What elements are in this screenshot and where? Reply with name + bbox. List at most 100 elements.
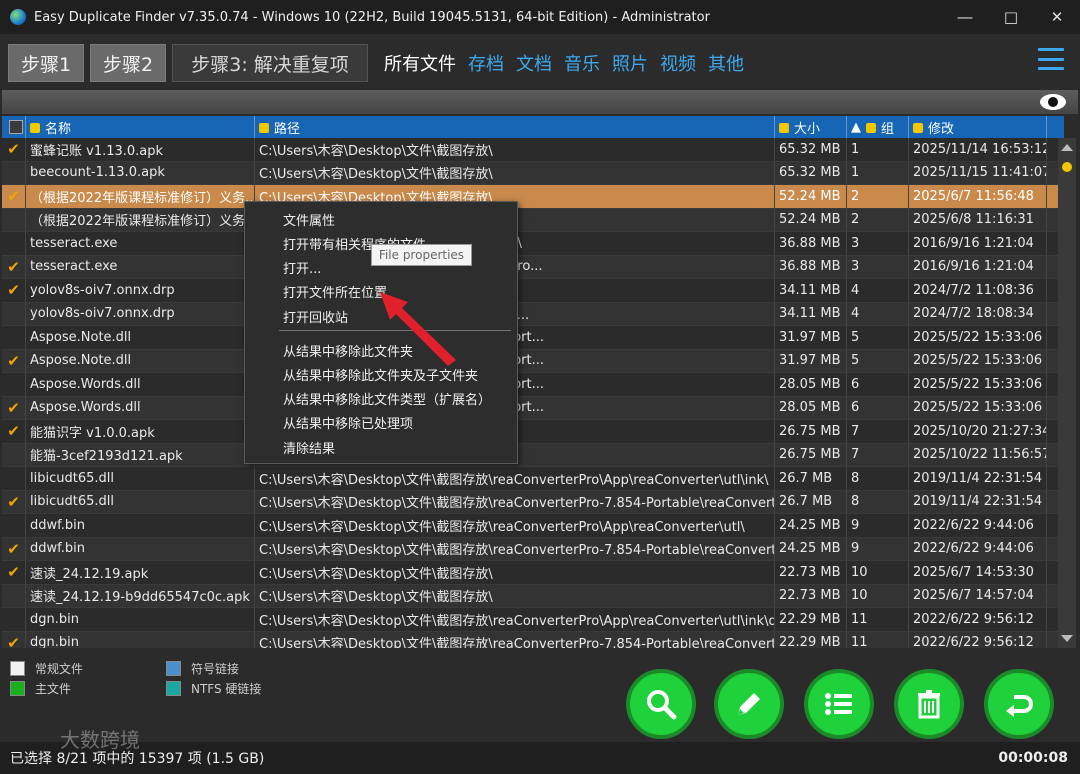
table-row[interactable]: ✔ 能猫识字 v1.0.0.apk 26.75 MB 7 2025/10/20 21:2… — [2, 420, 1060, 444]
hamburger-menu-icon[interactable] — [1038, 48, 1064, 70]
column-modified[interactable]: 修改 — [909, 116, 1047, 138]
menu-remove-file-type[interactable]: 从结果中移除此文件类型（扩展名） — [283, 389, 491, 408]
table-row[interactable]: ✔ libicudt65.dll C:\Users\木容\Desktop\文件\截图… — [2, 490, 1060, 514]
table-row[interactable]: ddwf.bin C:\Users\木容\Desktop\文件\截图存放\reaC… — [2, 514, 1060, 538]
row-checkbox[interactable]: ✔ — [2, 185, 26, 208]
row-name: dgn.bin — [26, 608, 255, 631]
row-checkbox[interactable] — [2, 232, 26, 255]
menu-clear-results[interactable]: 清除结果 — [283, 438, 335, 457]
column-group[interactable]: ▲ 组 — [847, 116, 909, 138]
row-size: 26.75 MB — [775, 420, 847, 443]
delete-button[interactable] — [894, 669, 964, 739]
tab-videos[interactable]: 视频 — [660, 50, 696, 76]
row-path: C:\Users\木容\Desktop\文件\截图存放\reaConverter… — [255, 608, 775, 631]
row-checkbox[interactable] — [2, 326, 26, 349]
step1-tab[interactable]: 步骤1 — [8, 44, 84, 82]
tab-all-files[interactable]: 所有文件 — [384, 50, 456, 76]
row-checkbox[interactable] — [2, 161, 26, 184]
menu-remove-processed[interactable]: 从结果中移除已处理项 — [283, 413, 413, 432]
menu-open[interactable]: 打开... — [283, 258, 321, 277]
menu-file-properties[interactable]: 文件属性 — [283, 210, 335, 229]
scroll-down-icon[interactable] — [1061, 635, 1073, 642]
list-button[interactable] — [804, 669, 874, 739]
row-checkbox[interactable]: ✔ — [2, 396, 26, 419]
edit-button[interactable] — [714, 669, 784, 739]
tab-other[interactable]: 其他 — [708, 50, 744, 76]
scroll-up-icon[interactable] — [1061, 144, 1073, 151]
table-row[interactable]: ✔ 蜜蜂记账 v1.13.0.apk C:\Users\木容\Desktop\文件\… — [2, 138, 1060, 162]
row-modified: 2022/6/22 9:44:06 — [909, 514, 1047, 537]
row-group: 8 — [847, 467, 909, 490]
table-row[interactable]: dgn.bin C:\Users\木容\Desktop\文件\截图存放\reaCo… — [2, 608, 1060, 632]
table-row[interactable]: ✔Aspose.Note.dllator Pro-9.3.3520-Portab… — [2, 349, 1060, 373]
select-all-checkbox[interactable] — [2, 116, 26, 138]
scroll-thumb[interactable] — [1062, 162, 1072, 172]
row-checkbox[interactable]: ✔ — [2, 255, 26, 278]
table-row[interactable]: ✔ 速读_24.12.19.apk C:\Users\木容\Desktop\文件\截… — [2, 561, 1060, 585]
row-checkbox[interactable]: ✔ — [2, 490, 26, 513]
row-checkbox[interactable] — [2, 514, 26, 537]
row-checkbox[interactable] — [2, 373, 26, 396]
close-button[interactable]: ✕ — [1034, 0, 1080, 34]
row-group: 1 — [847, 161, 909, 184]
table-row[interactable]: libicudt65.dll C:\Users\木容\Desktop\文件\截图存… — [2, 467, 1060, 491]
column-name[interactable]: 名称 — [26, 116, 255, 138]
table-row[interactable]: 速读_24.12.19-b9dd65547c0c.apk C:\Users\木容\… — [2, 584, 1060, 608]
menu-open-file-location[interactable]: 打开文件所在位置 — [283, 282, 387, 301]
row-size: 65.32 MB — [775, 161, 847, 184]
table-row[interactable]: tesseract.exeverterPro\Data\reaConverter… — [2, 232, 1060, 256]
search-button[interactable] — [626, 669, 696, 739]
undo-button[interactable] — [984, 669, 1054, 739]
table-row[interactable]: ✔yolov8s-oiv7.onnx.drp图模型) 解压覆盖软件模型默认路径(… — [2, 279, 1060, 303]
column-path[interactable]: 路径 — [255, 116, 775, 138]
column-size[interactable]: 大小 — [775, 116, 847, 138]
step3-tab[interactable]: 步骤3: 解决重复项 — [172, 44, 368, 82]
table-row[interactable]: ✔tesseract.exeverterPro-7.854-Portable\r… — [2, 255, 1060, 279]
vertical-scrollbar[interactable] — [1058, 138, 1076, 648]
table-row[interactable]: Aspose.Note.dllator Pro-9.3.3520-Portabl… — [2, 326, 1060, 350]
minimize-button[interactable]: ― — [942, 0, 988, 34]
step2-tab[interactable]: 步骤2 — [90, 44, 166, 82]
table-row[interactable]: ✔ ddwf.bin C:\Users\木容\Desktop\文件\截图存放\rea… — [2, 537, 1060, 561]
row-checkbox[interactable]: ✔ — [2, 631, 26, 648]
row-checkbox[interactable] — [2, 608, 26, 631]
tab-archives[interactable]: 存档 — [468, 50, 504, 76]
table-row[interactable]: yolov8s-oiv7.onnx.drpImage Matting v2.3 … — [2, 302, 1060, 326]
table-row[interactable]: ✔ （根据2022年版课程标准修订）义务... C:\Users\木容\Deskto… — [2, 185, 1060, 209]
row-checkbox[interactable]: ✔ — [2, 279, 26, 302]
row-name: （根据2022年版课程标准修订）义务... — [26, 208, 255, 231]
row-group: 11 — [847, 608, 909, 631]
table-row[interactable]: 能猫-3cef2193d121.apk 26.75 MB 7 2025/10/22 1… — [2, 443, 1060, 467]
table-row[interactable]: ✔ dgn.bin C:\Users\木容\Desktop\文件\截图存放\reaC… — [2, 631, 1060, 648]
table-row[interactable]: Aspose.Words.dllator Pro-9.3.3520-Portab… — [2, 373, 1060, 397]
row-checkbox[interactable]: ✔ — [2, 420, 26, 443]
row-checkbox[interactable]: ✔ — [2, 138, 26, 161]
row-group: 2 — [847, 208, 909, 231]
tab-music[interactable]: 音乐 — [564, 50, 600, 76]
menu-remove-folder-subfolders[interactable]: 从结果中移除此文件夹及子文件夹 — [283, 365, 478, 384]
row-checkbox[interactable] — [2, 584, 26, 607]
menu-open-recycle-bin[interactable]: 打开回收站 — [283, 307, 348, 326]
row-checkbox[interactable]: ✔ — [2, 537, 26, 560]
row-checkbox[interactable]: ✔ — [2, 561, 26, 584]
table-row[interactable]: beecount-1.13.0.apk C:\Users\木容\Desktop\文… — [2, 161, 1060, 185]
row-size: 26.75 MB — [775, 443, 847, 466]
table-row[interactable]: ✔Aspose.Words.dllator Pro-9.3.3520-Porta… — [2, 396, 1060, 420]
row-path: C:\Users\木容\Desktop\文件\截图存放\reaConverter… — [255, 631, 775, 648]
row-modified: 2025/5/22 15:33:06 — [909, 396, 1047, 419]
row-name: libicudt65.dll — [26, 467, 255, 490]
master-swatch — [10, 681, 25, 696]
tab-documents[interactable]: 文档 — [516, 50, 552, 76]
row-checkbox[interactable] — [2, 302, 26, 325]
maximize-button[interactable]: □ — [988, 0, 1034, 34]
menu-remove-folder[interactable]: 从结果中移除此文件夹 — [283, 341, 413, 360]
checkmark-icon: ✔ — [7, 187, 20, 206]
table-row[interactable]: （根据2022年版课程标准修订）义务... 52.24 MB 2 2025/6/8 1… — [2, 208, 1060, 232]
row-checkbox[interactable] — [2, 208, 26, 231]
row-checkbox[interactable] — [2, 443, 26, 466]
tab-photos[interactable]: 照片 — [612, 50, 648, 76]
row-checkbox[interactable]: ✔ — [2, 349, 26, 372]
checkmark-icon: ✔ — [7, 633, 20, 648]
row-checkbox[interactable] — [2, 467, 26, 490]
eye-icon[interactable] — [1038, 92, 1068, 112]
